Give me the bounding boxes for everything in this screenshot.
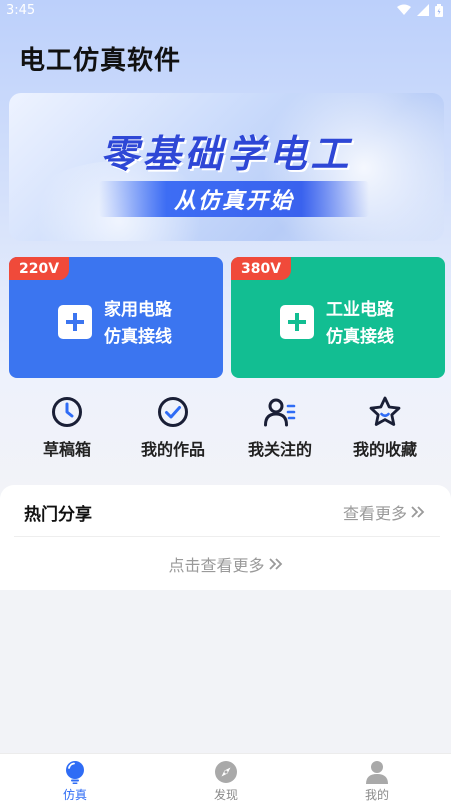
person-icon — [366, 761, 388, 784]
drafts-label: 草稿箱 — [42, 440, 91, 459]
card-title: 家用电路 — [104, 300, 172, 320]
clock-icon — [52, 397, 82, 427]
voltage-badge: 220V — [9, 257, 70, 280]
tab-discover[interactable]: 发现 — [176, 754, 276, 803]
tab-label: 我的 — [364, 788, 389, 802]
my-works-label: 我的作品 — [140, 440, 205, 459]
status-time: 3:45 — [6, 2, 36, 18]
click-see-more-link[interactable]: 点击查看更多 — [0, 552, 451, 576]
industrial-circuit-card[interactable]: 380V 工业电路 仿真接线 — [231, 257, 445, 378]
user-list-icon — [264, 398, 296, 427]
plus-icon — [58, 305, 92, 339]
drafts-button[interactable]: 草稿箱 — [12, 395, 122, 465]
banner-title: 零基础学电工 — [100, 132, 353, 176]
card-title: 工业电路 — [326, 300, 394, 320]
hot-share-title: 热门分享 — [24, 505, 92, 525]
battery-icon — [435, 3, 443, 17]
status-bar: 3:45 — [0, 0, 451, 20]
card-subtitle: 仿真接线 — [326, 327, 394, 347]
favorites-label: 我的收藏 — [352, 440, 417, 459]
click-see-more-label: 点击查看更多 — [168, 556, 265, 575]
wifi-icon — [397, 4, 411, 15]
voltage-badge: 380V — [231, 257, 292, 280]
banner-subtitle: 从仿真开始 — [99, 181, 369, 217]
status-icons — [397, 3, 443, 17]
following-button[interactable]: 我关注的 — [225, 395, 335, 465]
quick-actions: 草稿箱 我的作品 我关注的 我的收藏 — [0, 395, 451, 465]
divider — [14, 536, 440, 537]
app-title: 电工仿真软件 — [19, 46, 182, 76]
tab-mine[interactable]: 我的 — [327, 754, 427, 803]
bottom-tab-bar: 仿真 发现 我的 — [0, 753, 451, 803]
bulb-icon — [66, 761, 84, 784]
tab-simulation[interactable]: 仿真 — [25, 754, 125, 803]
card-subtitle: 仿真接线 — [104, 327, 172, 347]
compass-icon — [215, 761, 237, 783]
double-chevron-right-icon — [268, 558, 282, 570]
view-more-link[interactable]: 查看更多 — [343, 500, 425, 524]
card-text: 家用电路 仿真接线 — [104, 297, 172, 351]
check-circle-icon — [158, 397, 188, 427]
promo-banner[interactable]: 零基础学电工 从仿真开始 — [9, 93, 444, 241]
following-label: 我关注的 — [247, 440, 312, 459]
star-icon — [369, 396, 401, 426]
hot-share-header: 热门分享 查看更多 — [0, 485, 451, 535]
tab-label: 仿真 — [62, 788, 87, 802]
my-works-button[interactable]: 我的作品 — [118, 395, 228, 465]
card-text: 工业电路 仿真接线 — [326, 297, 394, 351]
tab-label: 发现 — [213, 788, 238, 802]
view-more-label: 查看更多 — [342, 504, 407, 523]
favorites-button[interactable]: 我的收藏 — [330, 395, 440, 465]
plus-icon — [280, 305, 314, 339]
hot-share-section: 热门分享 查看更多 点击查看更多 — [0, 485, 451, 590]
double-chevron-right-icon — [411, 506, 425, 518]
signal-icon — [417, 4, 429, 16]
household-circuit-card[interactable]: 220V 家用电路 仿真接线 — [9, 257, 223, 378]
